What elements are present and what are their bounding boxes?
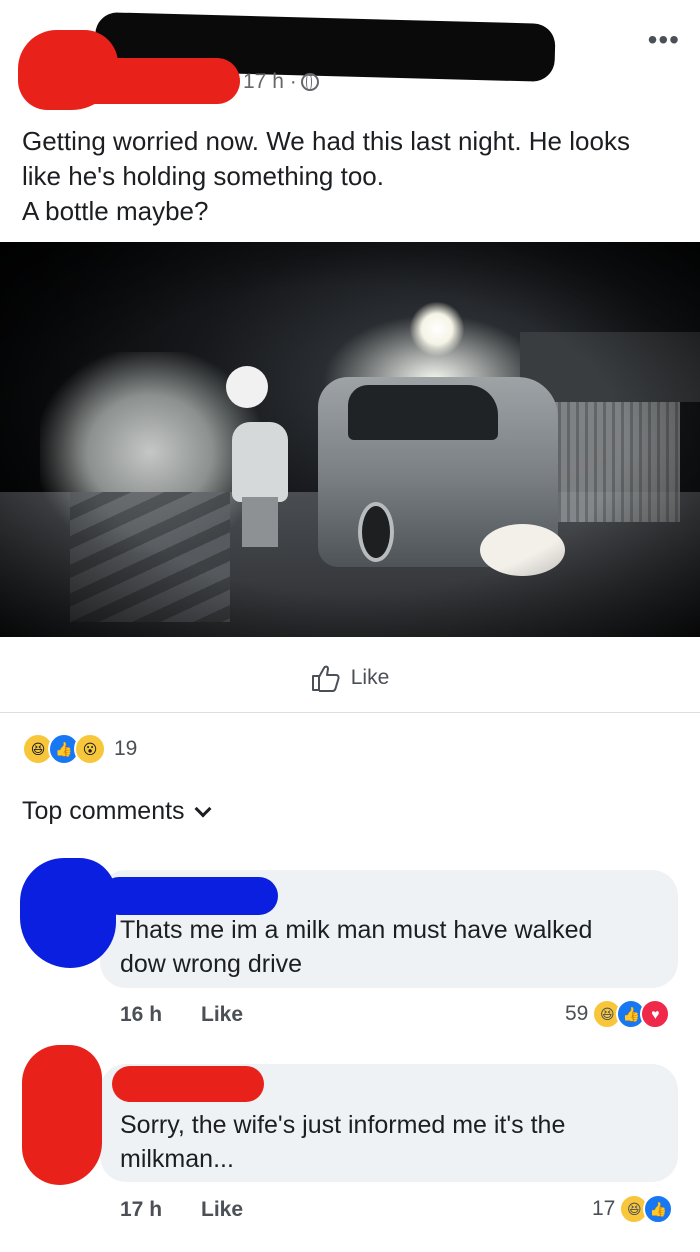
comments-filter-dropdown[interactable]: Top comments <box>22 797 212 826</box>
comment-reactions[interactable]: 59 😆 👍 ♥ <box>565 999 671 1029</box>
redacted-group-name <box>70 58 240 104</box>
thumbs-up-icon <box>311 665 340 692</box>
globe-icon <box>300 73 319 91</box>
like-button[interactable]: Like <box>0 650 700 705</box>
heart-icon: ♥ <box>640 999 671 1029</box>
comment-time[interactable]: 16 h <box>120 1003 162 1027</box>
chevron-down-icon <box>194 800 212 817</box>
redacted-commenter-name <box>100 877 278 915</box>
like-icon: 👍 <box>643 1194 674 1224</box>
redacted-commenter-name <box>112 1066 264 1102</box>
reaction-summary[interactable]: 😆 👍 😮 19 <box>22 733 137 765</box>
comment-like-button[interactable]: Like <box>201 1003 243 1027</box>
more-options-icon[interactable]: ••• <box>648 26 680 54</box>
post-time-text: 17 h · <box>243 70 297 93</box>
like-label: Like <box>350 665 390 689</box>
comment-reactions[interactable]: 17 😆 👍 <box>592 1194 674 1224</box>
wow-icon: 😮 <box>74 733 106 765</box>
post-text: Getting worried now. We had this last ni… <box>22 126 630 226</box>
comment-reaction-count: 59 <box>565 1002 589 1025</box>
redacted-commenter-avatar <box>20 858 116 968</box>
comment-reaction-count: 17 <box>592 1197 616 1220</box>
comments-filter-label: Top comments <box>22 797 185 825</box>
divider <box>0 712 700 713</box>
doorbell-camera-photo[interactable] <box>0 242 700 637</box>
comment-like-button[interactable]: Like <box>201 1198 243 1222</box>
reaction-count: 19 <box>114 737 138 760</box>
redacted-commenter-avatar <box>22 1045 102 1185</box>
comment-time[interactable]: 17 h <box>120 1198 162 1222</box>
post-timestamp: 17 h · <box>243 70 319 94</box>
comment-text: Sorry, the wife's just informed me it's … <box>120 1111 566 1173</box>
comment-text: Thats me im a milk man must have walked … <box>120 916 593 978</box>
fisheye-vignette <box>0 242 700 637</box>
